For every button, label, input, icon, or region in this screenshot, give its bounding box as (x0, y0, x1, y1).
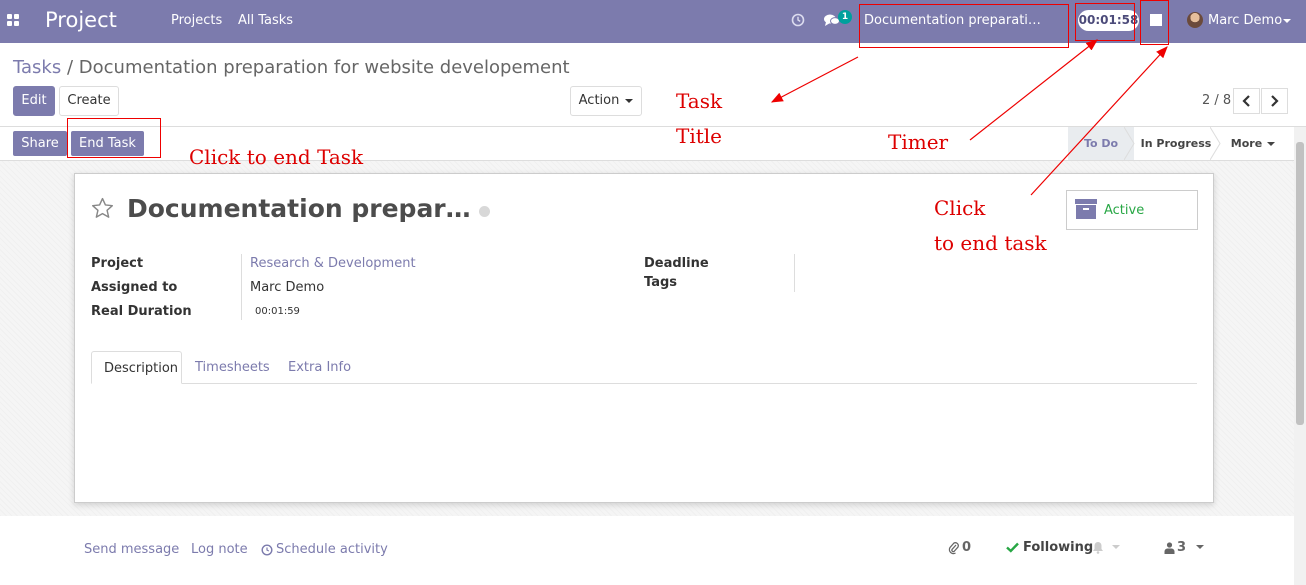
task-name-title[interactable]: Documentation preparatio… (127, 194, 477, 223)
breadcrumb: Tasks / Documentation preparation for we… (13, 57, 570, 78)
stop-button-highlight-box (1140, 0, 1169, 45)
followers-count[interactable]: 3 (1177, 540, 1186, 555)
send-message-link[interactable]: Send message (84, 542, 179, 557)
deadline-label: Deadline (644, 256, 709, 271)
share-button[interactable]: Share (13, 131, 67, 156)
tab-description[interactable]: Description (91, 351, 182, 384)
field-separator (241, 254, 242, 320)
pager-previous-button[interactable] (1233, 88, 1260, 114)
chevron-right-icon (1271, 95, 1279, 107)
user-menu[interactable]: Marc Demo (1208, 13, 1282, 28)
action-dropdown-button[interactable]: Action (570, 86, 642, 116)
tab-timesheets[interactable]: Timesheets (183, 351, 282, 384)
chevron-left-icon (1242, 95, 1250, 107)
real-duration-label: Real Duration (91, 304, 192, 319)
annotation-task-title-line2: Title (676, 124, 723, 148)
create-button[interactable]: Create (59, 86, 119, 116)
user-avatar[interactable] (1187, 12, 1203, 28)
project-value[interactable]: Research & Development (250, 256, 416, 271)
annotation-task-title-line1: Task (676, 89, 723, 113)
tags-label: Tags (644, 275, 678, 290)
stage-more-dropdown[interactable]: More (1222, 127, 1284, 160)
project-label: Project (91, 256, 144, 271)
action-label: Action (578, 93, 620, 108)
annotation-click-line2: to end task (934, 231, 1047, 255)
breadcrumb-current: Documentation preparation for website de… (78, 57, 570, 78)
breadcrumb-tasks-link[interactable]: Tasks (13, 57, 61, 78)
pager-next-button[interactable] (1261, 88, 1288, 114)
bell-caret-icon[interactable] (1112, 545, 1120, 549)
apps-menu-icon[interactable] (7, 14, 20, 27)
followers-user-icon (1164, 542, 1175, 554)
check-icon (1006, 542, 1019, 553)
breadcrumb-separator: / (66, 57, 74, 78)
field-separator (794, 254, 795, 292)
user-menu-caret-icon[interactable] (1283, 19, 1291, 23)
notification-bell-icon[interactable] (1092, 541, 1104, 554)
activity-clock-icon[interactable] (791, 13, 805, 27)
annotation-click-line1: Click (934, 196, 986, 220)
stage-more-label: More (1230, 137, 1263, 150)
annotation-click-end-task: Click to end Task (189, 145, 364, 169)
assigned-to-label: Assigned to (91, 280, 178, 295)
app-brand[interactable]: Project (45, 8, 117, 32)
end-task-highlight-box (67, 118, 161, 158)
following-button[interactable]: Following (1023, 540, 1093, 555)
stage-in-progress[interactable]: In Progress (1134, 127, 1218, 160)
task-title-highlight-box (859, 4, 1069, 48)
menu-projects[interactable]: Projects (171, 13, 222, 28)
pager-counter[interactable]: 2 / 8 (1202, 93, 1231, 108)
edit-button[interactable]: Edit (13, 86, 55, 116)
archive-icon (1075, 199, 1097, 219)
followers-caret-icon[interactable] (1196, 545, 1204, 549)
tab-extra-info[interactable]: Extra Info (276, 351, 363, 384)
action-caret-icon (625, 98, 634, 103)
real-duration-value: 00:01:59 (255, 306, 300, 317)
assigned-to-value: Marc Demo (250, 280, 325, 295)
schedule-clock-icon (261, 544, 273, 556)
active-status-label: Active (1104, 203, 1145, 218)
more-caret-icon (1267, 142, 1276, 146)
annotation-timer: Timer (888, 130, 949, 154)
favorite-star-icon[interactable] (90, 196, 115, 221)
schedule-activity-link[interactable]: Schedule activity (276, 542, 388, 557)
attachments-count[interactable]: 0 (962, 540, 971, 555)
message-count-badge: 1 (838, 10, 852, 24)
paperclip-icon[interactable] (948, 541, 960, 555)
kanban-state-icon[interactable] (479, 206, 490, 217)
menu-all-tasks[interactable]: All Tasks (238, 13, 293, 28)
timer-highlight-box (1075, 3, 1135, 41)
log-note-link[interactable]: Log note (191, 542, 248, 557)
scrollbar-thumb[interactable] (1296, 142, 1304, 425)
